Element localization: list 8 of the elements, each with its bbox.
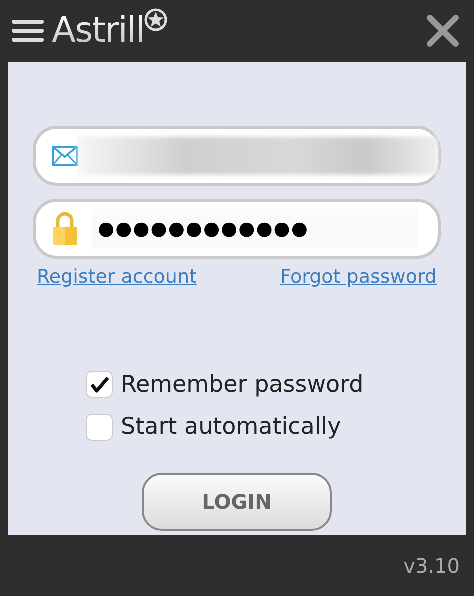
checkbox-label: Start automatically bbox=[121, 413, 342, 442]
text-link[interactable]: Register account bbox=[37, 263, 197, 292]
checkbox-label: Remember password bbox=[121, 370, 364, 400]
text-link[interactable]: Forgot password bbox=[280, 263, 437, 292]
password-field[interactable]: ●●●●●●●●●●●● bbox=[33, 199, 441, 259]
login-button[interactable]: LOGIN bbox=[142, 472, 332, 530]
password-value: ●●●●●●●●●●●● bbox=[92, 209, 418, 249]
version-label: v3.10 bbox=[404, 552, 460, 580]
